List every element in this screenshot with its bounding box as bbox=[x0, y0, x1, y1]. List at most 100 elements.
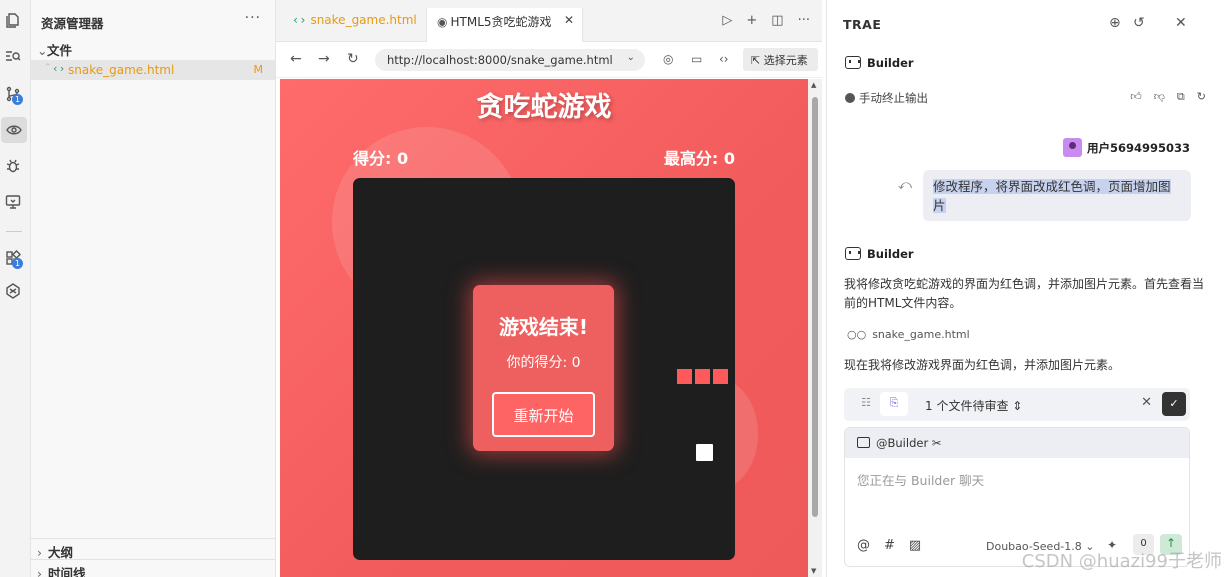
tools-icon: ✂ bbox=[931, 436, 942, 450]
chevron-updown-icon: ⇕ bbox=[1012, 399, 1023, 413]
composer-tools: @ # ▨ bbox=[857, 538, 921, 553]
close-icon[interactable]: ✕ bbox=[1175, 15, 1187, 31]
chat-input[interactable]: 您正在与 Builder 聊天 bbox=[857, 470, 984, 489]
scroll-down-icon[interactable]: ▼ bbox=[811, 567, 816, 575]
review-text: 1 个文件待审查 bbox=[925, 399, 1009, 413]
user-message-text: 修改程序，将界面改成红色调，页面增加图片 bbox=[933, 179, 1171, 213]
cursor-icon: ⇱ bbox=[751, 54, 761, 67]
snake-segment bbox=[677, 369, 692, 384]
files-icon[interactable] bbox=[0, 7, 26, 33]
stop-icon bbox=[845, 93, 855, 103]
code-icon[interactable]: ‹› bbox=[719, 52, 729, 66]
user-header: 用户5694995033 bbox=[1062, 138, 1190, 157]
undo-icon[interactable]: ⤺ bbox=[898, 178, 912, 193]
scroll-thumb[interactable] bbox=[812, 97, 818, 517]
restart-button[interactable]: 重新开始 bbox=[492, 392, 595, 437]
thumbs-down-icon[interactable]: 👎︎ bbox=[1154, 90, 1165, 104]
thumbs-up-icon[interactable]: 👍︎ bbox=[1130, 90, 1142, 104]
bot-icon bbox=[845, 247, 861, 260]
extensions-icon[interactable]: 1 bbox=[0, 245, 26, 271]
bot-header: Builder bbox=[845, 56, 914, 70]
food bbox=[696, 444, 713, 461]
bot-name: Builder bbox=[867, 56, 914, 70]
html-file-icon: ‹› bbox=[292, 13, 307, 27]
avatar bbox=[1062, 138, 1082, 157]
more-icon[interactable]: ··· bbox=[798, 13, 810, 28]
outline-section-header[interactable]: › 大纲 bbox=[31, 538, 275, 560]
page-scrollbar[interactable]: ▲ ▼ bbox=[808, 79, 822, 577]
history-icon[interactable]: ↺ bbox=[1133, 15, 1145, 31]
debug-icon[interactable] bbox=[0, 153, 26, 179]
chevron-right-icon: › bbox=[37, 545, 42, 560]
activity-divider bbox=[6, 231, 22, 232]
file-tree-item[interactable]: ⌃ ‹› snake_game.html M bbox=[31, 60, 275, 80]
glasses-icon: ○○ bbox=[847, 328, 867, 341]
feedback-actions: 👍︎ 👎︎ ⧉ ↻ bbox=[1130, 90, 1206, 104]
explorer-title: 资源管理器 bbox=[41, 16, 104, 31]
list-icon[interactable]: ☷ bbox=[852, 392, 880, 416]
bot-icon bbox=[845, 56, 861, 69]
reload-icon[interactable]: ↻ bbox=[347, 51, 359, 67]
regenerate-icon[interactable]: ↻ bbox=[1197, 90, 1206, 104]
html-file-icon: ‹› bbox=[52, 62, 66, 75]
back-icon[interactable]: ← bbox=[290, 51, 302, 67]
ai-chat-panel: TRAE ⊕ ↺ ✕ Builder 手动终止输出 👍︎ 👎︎ ⧉ ↻ 用户56… bbox=[826, 0, 1226, 577]
score-label: 得分: 0 bbox=[353, 149, 409, 168]
preview-icon[interactable] bbox=[1, 117, 27, 143]
copy-icon[interactable]: ⧉ bbox=[1177, 90, 1185, 104]
files-section-header[interactable]: ⌄文件 bbox=[37, 40, 72, 59]
more-icon[interactable]: ··· bbox=[245, 10, 261, 26]
search-icon[interactable] bbox=[0, 43, 26, 69]
source-control-icon[interactable]: 1 bbox=[0, 81, 26, 107]
reject-icon[interactable]: ✕ bbox=[1141, 395, 1152, 410]
files-section-label: 文件 bbox=[47, 43, 73, 58]
tab-label: HTML5贪吃蛇游戏 bbox=[450, 15, 552, 29]
activity-bar: 1 1 bbox=[0, 0, 31, 577]
editor-area: ‹› snake_game.html ◉ HTML5贪吃蛇游戏 ✕ ▷ + ◫ ··… bbox=[276, 0, 822, 577]
game-over-title: 游戏结束! bbox=[498, 315, 589, 339]
review-status[interactable]: 1 个文件待审查 ⇕ bbox=[925, 397, 1022, 414]
add-icon[interactable]: + bbox=[746, 13, 757, 28]
url-input[interactable]: http://localhost:8000/snake_game.html ⌄ bbox=[375, 49, 645, 71]
compass-icon[interactable]: ◎ bbox=[663, 52, 673, 66]
hash-icon[interactable]: # bbox=[884, 538, 895, 553]
chevron-down-icon[interactable]: ⌄ bbox=[627, 52, 635, 63]
tab-bar: ‹› snake_game.html ◉ HTML5贪吃蛇游戏 ✕ ▷ + ◫ ··… bbox=[276, 0, 822, 42]
device-icon[interactable]: ▭ bbox=[691, 52, 702, 66]
select-element-button[interactable]: ⇱ 选择元素 bbox=[743, 48, 818, 71]
run-icon[interactable]: ▷ bbox=[722, 13, 732, 28]
chevron-down-icon: ⌄ bbox=[37, 43, 48, 58]
forward-icon[interactable]: → bbox=[318, 51, 330, 67]
file-reference[interactable]: ○○ snake_game.html bbox=[847, 328, 970, 341]
timeline-label: 时间线 bbox=[48, 566, 86, 577]
image-icon[interactable]: ▨ bbox=[909, 538, 921, 553]
outline-label: 大纲 bbox=[48, 545, 74, 560]
new-chat-icon[interactable]: ⊕ bbox=[1109, 15, 1121, 31]
accept-button[interactable]: ✓ bbox=[1162, 392, 1186, 416]
user-name: 用户5694995033 bbox=[1086, 141, 1190, 155]
watermark: CSDN @huazi99于老师 bbox=[1021, 551, 1222, 572]
tab-preview[interactable]: ◉ HTML5贪吃蛇游戏 ✕ bbox=[426, 8, 583, 42]
bot-header: Builder bbox=[845, 247, 914, 261]
tab-snake-game-html[interactable]: ‹› snake_game.html bbox=[282, 8, 426, 42]
composer-header: @Builder ✂ bbox=[845, 428, 1189, 458]
bot-name: Builder bbox=[867, 247, 914, 261]
game-board[interactable]: 游戏结束! 你的得分: 0 重新开始 bbox=[353, 178, 735, 560]
browser-toolbar: ← → ↻ http://localhost:8000/snake_game.h… bbox=[276, 42, 822, 78]
stopped-text: 手动终止输出 bbox=[859, 91, 928, 105]
remote-icon[interactable] bbox=[0, 189, 26, 215]
at-icon[interactable]: @ bbox=[857, 538, 870, 553]
review-bar: ☷ ⎘ 1 个文件待审查 ⇕ ✕ ✓ bbox=[844, 388, 1190, 421]
url-text: http://localhost:8000/snake_game.html bbox=[387, 53, 613, 67]
agent-mention[interactable]: @Builder ✂ bbox=[857, 436, 941, 450]
mcp-icon[interactable] bbox=[0, 278, 26, 304]
panel-title: TRAE bbox=[843, 17, 882, 32]
bot-icon bbox=[857, 437, 870, 448]
split-icon[interactable]: ◫ bbox=[771, 13, 783, 28]
close-icon[interactable]: ✕ bbox=[564, 13, 574, 27]
file-review-icon[interactable]: ⎘ bbox=[880, 392, 908, 416]
scroll-up-icon[interactable]: ▲ bbox=[811, 81, 816, 89]
timeline-section-header[interactable]: › 时间线 bbox=[31, 559, 275, 577]
modified-badge: M bbox=[253, 63, 264, 76]
preview-icon: ◉ bbox=[437, 15, 448, 29]
